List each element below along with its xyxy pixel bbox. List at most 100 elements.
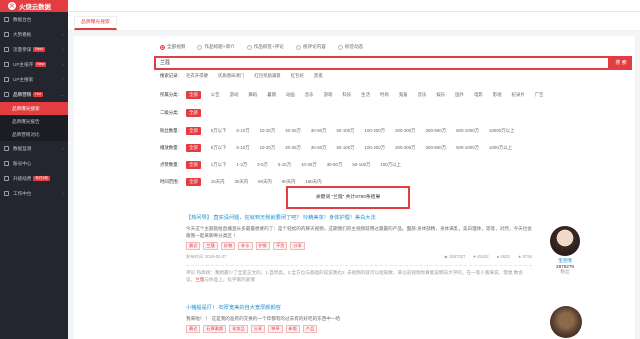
result-title[interactable]: 【热问导】 直实没问题，狂就到无我就要闭了吧？ 玲精美妆！身体护理！美白大法 [186,214,630,221]
filter-option[interactable]: 时尚 [380,92,389,98]
filter-option[interactable]: 科技 [342,92,351,98]
filter-option[interactable]: 全部 [186,109,201,117]
sidebar-item-up-search[interactable]: UP主搜索 › [0,72,68,87]
tag[interactable]: 好物 [220,242,236,250]
tag[interactable]: 干货 [272,242,288,250]
filter-option[interactable]: 50-100万 [336,128,354,134]
filter-option[interactable]: 20-30万 [285,145,301,151]
filter-option[interactable]: 100万以上 [380,162,401,168]
sidebar-item-upgrade[interactable]: 升级续费 年付8折 [0,171,68,186]
filter-option[interactable]: 300-500万 [426,145,447,151]
sidebar-item-account[interactable]: 账号中心 [0,156,68,171]
sidebar-item-trends[interactable]: 大势看板 › [0,27,68,42]
search-button[interactable]: 搜 索 [610,56,632,70]
sidebar-item-traffic[interactable]: 流量参谋 New › [0,42,68,57]
sidebar-item-brand-marketing[interactable]: 品牌营销 Hot ⌄ [0,87,68,102]
sidebar-subitem-brand-compare[interactable]: 品牌营销对比 [0,128,68,141]
radio-mode-title[interactable]: 作品标题+简介 [197,44,235,50]
filter-option[interactable]: 暑期 [267,92,276,98]
tag[interactable]: 分享 [250,325,266,333]
filter-option[interactable]: 3-5万 [257,162,268,168]
filter-option[interactable]: 100-200万 [365,128,386,134]
filter-option[interactable]: 200-300万 [395,145,416,151]
filter-option[interactable]: 舞蹈 [248,92,257,98]
filter-option[interactable]: 500-1000万 [456,128,479,134]
radio-mode-comments[interactable]: 视评论内容 [295,44,326,50]
filter-option[interactable]: 90天内 [282,179,296,185]
tag[interactable]: 最近 [186,242,201,250]
filter-option[interactable]: 全部 [186,91,201,99]
filter-option[interactable]: 全部 [186,161,201,169]
filter-option[interactable]: 娱乐 [436,92,445,98]
filter-option[interactable]: 游动 [230,92,239,98]
tag[interactable]: 护肤 [255,242,270,250]
filter-option[interactable]: 音乐 [305,92,314,98]
filter-option[interactable]: 10000万以上 [489,128,514,134]
filter-option[interactable]: 动画 [286,92,295,98]
filter-option[interactable]: 红包奖励满意 [254,73,280,79]
filter-option[interactable]: 1万以下 [211,162,227,168]
sidebar-subitem-brand-search[interactable]: 品牌曝光搜索 [0,102,68,115]
filter-option[interactable]: 5-10万 [236,128,249,134]
tag[interactable]: 最近 [186,325,201,333]
filter-option[interactable]: 优质香味清门 [218,73,244,79]
filter-option[interactable]: 500-1000万 [456,145,479,151]
filter-option[interactable]: 游戏 [324,92,333,98]
filter-option[interactable]: 10-30万 [301,162,317,168]
filter-option[interactable]: 50-100万 [336,145,354,151]
tag[interactable]: 产品 [302,325,318,333]
filter-option[interactable]: 30天内 [234,179,248,185]
filter-option[interactable]: 180天内 [305,179,321,185]
filter-option[interactable]: 100-200万 [365,145,386,151]
tag[interactable]: 新版 [285,325,300,333]
filter-option[interactable]: 5万以下 [211,128,227,134]
filter-option[interactable]: 1-3万 [236,162,247,168]
filter-option[interactable]: 纪录片 [512,92,525,98]
filter-option[interactable]: 5-10万 [278,162,291,168]
radio-mode-dynamic[interactable]: 标签动态 [337,44,363,50]
tag[interactable]: 兰蔻 [203,242,218,250]
sidebar-item-workspace[interactable]: 工作中台 › [0,186,68,201]
tag[interactable]: 石厚素颜 [203,325,227,333]
sidebar-item-dashboard[interactable]: 数据台台 [0,12,68,27]
filter-option[interactable]: 电影 [474,92,483,98]
tag[interactable]: 分享 [290,242,305,250]
tag[interactable]: 化妆品 [229,325,248,333]
tab-brand-search[interactable]: 品牌曝光搜索 [74,16,117,30]
filter-option[interactable]: 鬼畜 [399,92,408,98]
filter-option[interactable]: 广告 [535,92,544,98]
filter-option[interactable]: 生活 [361,92,370,98]
filter-option[interactable]: 音乐 [418,92,427,98]
filter-option[interactable]: 毛衣开得硬 [186,73,208,79]
filter-option[interactable]: 15天内 [211,179,225,185]
filter-option[interactable]: 5万以下 [211,145,227,151]
filter-option[interactable]: 5-10万 [236,145,249,151]
filter-option[interactable]: 全部 [186,178,201,186]
avatar[interactable] [550,306,582,338]
sidebar-subitem-brand-report[interactable]: 品牌曝光报告 [0,115,68,128]
filter-option[interactable]: 1000万以上 [489,145,512,151]
sidebar-item-monitoring[interactable]: 数据监测 › [0,141,68,156]
radio-mode-tags[interactable]: 作品标签+评论 [246,44,284,50]
radio-mode-all[interactable]: 全部视频 [160,44,185,50]
app-logo[interactable]: 火 火烧云数据 [0,0,68,12]
filter-option[interactable]: 300-500万 [426,128,447,134]
filter-option[interactable]: 50-100万 [352,162,370,168]
filter-option[interactable]: 30-50万 [311,145,327,151]
filter-option[interactable]: 黑夜 [314,73,323,79]
avatar[interactable] [550,226,580,256]
filter-option[interactable]: 30-50万 [311,128,327,134]
search-input[interactable]: 兰蔻 [154,56,610,70]
tag[interactable]: 种草 [268,325,283,333]
filter-option[interactable]: 国外 [455,92,464,98]
filter-option[interactable]: 全部 [186,127,201,135]
filter-option[interactable]: 影视 [493,92,502,98]
tag[interactable]: 补水 [238,242,253,250]
filter-option[interactable]: 200-300万 [395,128,416,134]
filter-option[interactable]: 10-20万 [260,145,276,151]
filter-option[interactable]: 30-50万 [327,162,343,168]
filter-option[interactable]: 10-20万 [260,128,276,134]
filter-option[interactable]: 红包好 [291,73,304,79]
sidebar-item-up-ranking[interactable]: UP主排序 New › [0,57,68,72]
filter-option[interactable]: 60天内 [258,179,272,185]
